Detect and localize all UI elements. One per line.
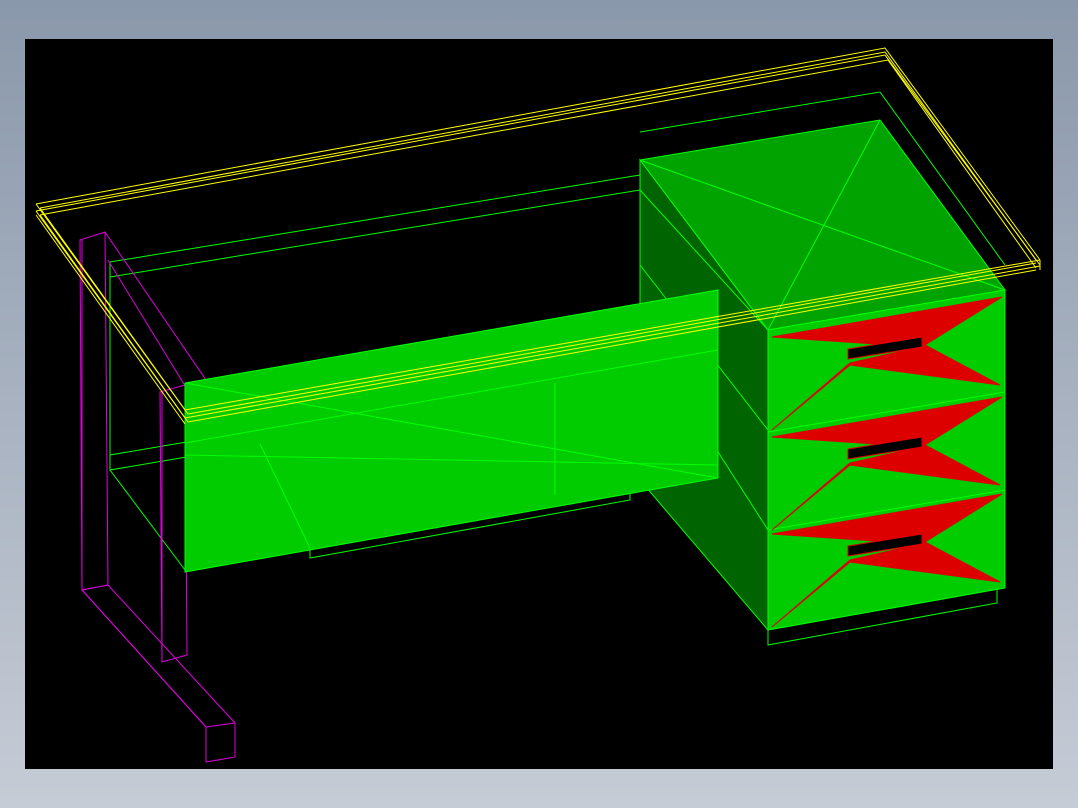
right-rail-lower — [109, 469, 186, 571]
leg-foot-edge — [81, 589, 236, 728]
leg-front-post — [159, 384, 188, 663]
modesty-panel — [184, 289, 719, 573]
leg-foot — [81, 584, 236, 763]
leg-back-post — [79, 231, 109, 591]
back-upper-rail — [109, 174, 641, 278]
app-frame — [0, 0, 1078, 808]
desk-model — [35, 47, 1041, 763]
cad-viewport[interactable] — [25, 39, 1053, 769]
